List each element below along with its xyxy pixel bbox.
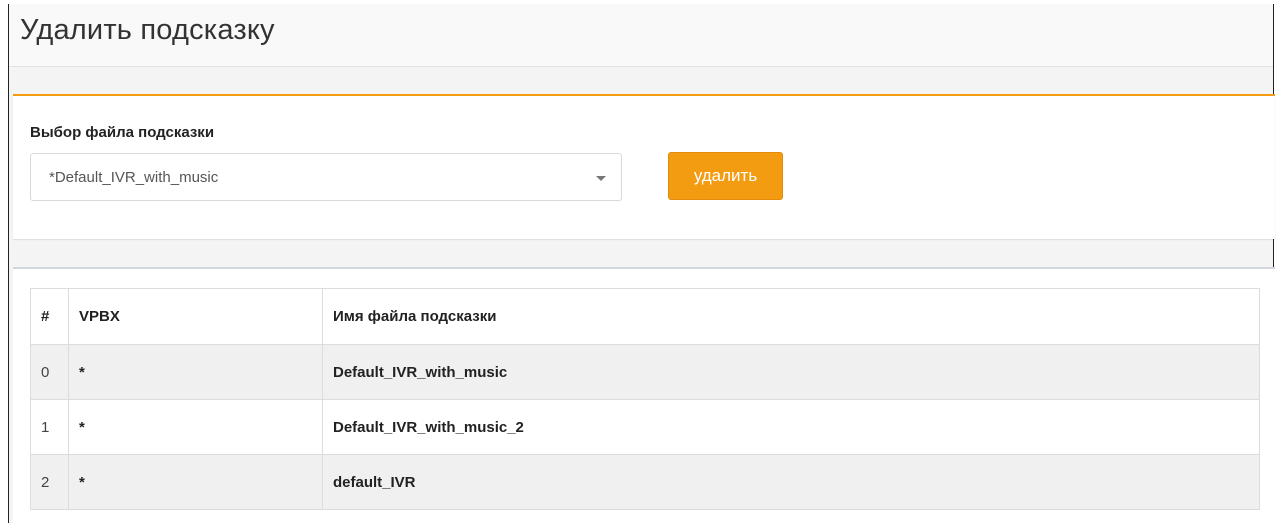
row-vpbx: * [68,399,323,455]
table-row[interactable]: 1 * Default_IVR_with_music_2 [30,399,1260,455]
content-header: Удалить подсказку [9,4,1273,67]
prompt-file-label: Выбор файла подсказки [30,124,215,141]
prompts-table: # VPBX Имя файла подсказки 0 * Default_I… [30,288,1260,510]
prompt-file-select-value: *Default_IVR_with_music [49,169,219,186]
row-prompt-name: Default_IVR_with_music [322,344,1260,400]
page-title: Удалить подсказку [20,14,275,46]
row-index: 2 [30,454,69,510]
app-frame: Удалить подсказку Выбор файла подсказки … [8,4,1275,523]
row-vpbx: * [68,454,323,510]
column-header-vpbx: VPBX [68,288,323,345]
row-vpbx: * [68,344,323,400]
column-header-index: # [30,288,69,345]
table-row[interactable]: 0 * Default_IVR_with_music [30,344,1260,400]
row-prompt-name: Default_IVR_with_music_2 [322,399,1260,455]
prompt-file-select[interactable]: *Default_IVR_with_music [30,153,622,201]
caret-down-icon[interactable] [596,176,606,181]
row-prompt-name: default_IVR [322,454,1260,510]
column-header-prompt-name: Имя файла подсказки [322,288,1260,345]
table-header-row: # VPBX Имя файла подсказки [30,288,1260,345]
prompt-select-panel: Выбор файла подсказки *Default_IVR_with_… [13,94,1275,239]
row-index: 0 [30,344,69,400]
prompts-table-panel: # VPBX Имя файла подсказки 0 * Default_I… [13,267,1275,523]
row-index: 1 [30,399,69,455]
table-row[interactable]: 2 * default_IVR [30,454,1260,510]
delete-button[interactable]: удалить [668,152,783,200]
